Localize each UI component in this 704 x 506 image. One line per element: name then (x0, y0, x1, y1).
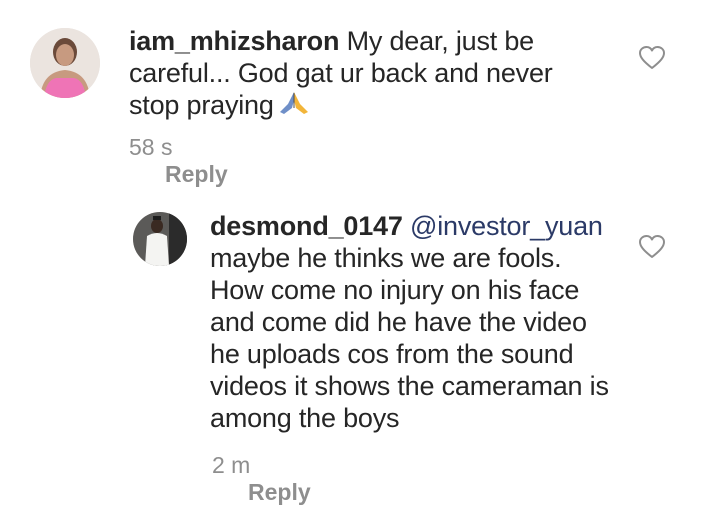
comment-text: desmond_0147 @investor_yuan maybe he thi… (210, 210, 620, 434)
profile-photo (133, 212, 187, 266)
comment-text: iam_mhizsharon My dear, just be careful.… (129, 25, 589, 123)
avatar[interactable] (133, 212, 187, 266)
avatar[interactable] (30, 28, 100, 98)
heart-icon[interactable] (639, 235, 665, 259)
reply-button[interactable]: Reply (165, 161, 228, 187)
comment-meta: 58 s Reply (129, 134, 228, 188)
comment-body: maybe he thinks we are fools. How come n… (210, 243, 609, 433)
comment-meta: 2 m Reply (212, 452, 311, 506)
heart-icon[interactable] (639, 46, 665, 70)
timestamp: 2 m (212, 452, 251, 478)
username[interactable]: desmond_0147 (210, 211, 403, 241)
profile-photo (30, 28, 100, 98)
praying-hands-icon (278, 90, 310, 123)
reply-button[interactable]: Reply (248, 479, 311, 505)
username[interactable]: iam_mhizsharon (129, 26, 339, 56)
timestamp: 58 s (129, 134, 173, 160)
mention-link[interactable]: @investor_yuan (410, 211, 603, 241)
